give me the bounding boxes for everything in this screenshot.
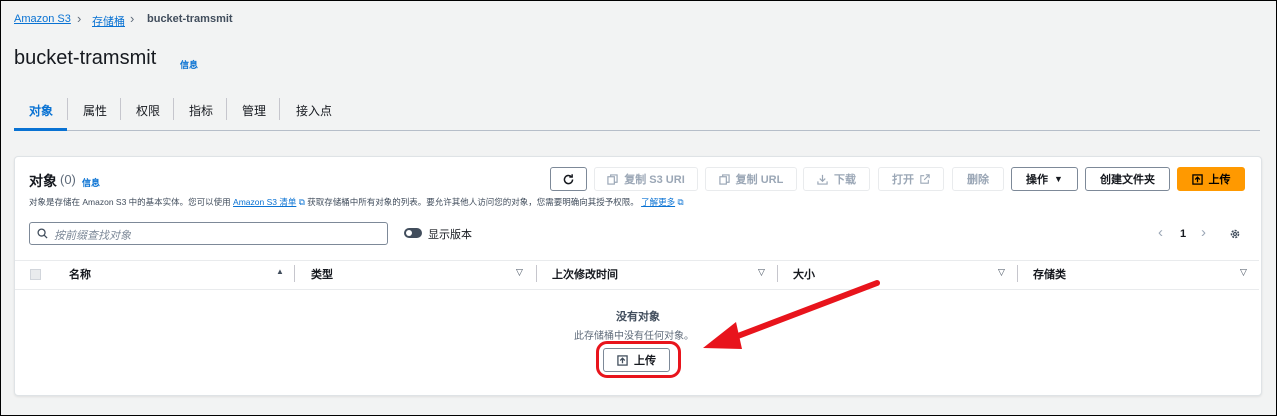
tabs-baseline (14, 130, 1260, 131)
refresh-icon (563, 173, 574, 184)
column-name[interactable]: 名称 (69, 266, 91, 282)
column-type[interactable]: 类型 (311, 266, 333, 282)
tab-divider (120, 98, 121, 120)
external-link-icon (920, 174, 930, 184)
tab-metrics[interactable]: 指标 (189, 102, 213, 119)
copy-url-button[interactable]: 复制 URL (705, 167, 797, 191)
empty-title: 没有对象 (616, 311, 660, 323)
download-icon (817, 174, 828, 185)
tab-divider (226, 98, 227, 120)
open-label: 打开 (892, 174, 914, 186)
upload-button[interactable]: 上传 (1177, 167, 1245, 191)
tab-properties[interactable]: 属性 (83, 102, 107, 119)
column-storage-class[interactable]: 存储类 (1033, 266, 1066, 282)
breadcrumb-separator-icon: › (77, 11, 82, 26)
objects-heading: 对象 (29, 173, 57, 189)
desc-text: 对象是存储在 Amazon S3 中的基本实体。您可以使用 (29, 197, 231, 207)
select-all-checkbox[interactable] (30, 269, 41, 280)
search-icon (37, 228, 48, 239)
breadcrumb-buckets[interactable]: 存储桶 (92, 13, 125, 29)
tab-management[interactable]: 管理 (242, 102, 266, 119)
prev-page-icon[interactable]: ‹ (1158, 224, 1163, 241)
search-box[interactable]: 按前缀查找对象 (29, 222, 388, 245)
page-number[interactable]: 1 (1180, 228, 1186, 240)
sort-icon[interactable]: ▽ (998, 267, 1005, 278)
gear-icon[interactable] (1229, 228, 1241, 240)
search-input[interactable]: 按前缀查找对象 (54, 227, 131, 243)
upload-label: 上传 (1208, 174, 1231, 186)
sort-ascending-icon[interactable]: ▲ (276, 267, 284, 276)
copy-s3-uri-label: 复制 S3 URI (624, 174, 685, 186)
tab-access-points[interactable]: 接入点 (296, 102, 332, 119)
column-divider (294, 265, 295, 282)
tab-divider (67, 98, 68, 120)
copy-icon (607, 173, 618, 185)
column-divider (536, 265, 537, 282)
objects-count: (0) (60, 172, 76, 187)
objects-description: 对象是存储在 Amazon S3 中的基本实体。您可以使用 Amazon S3 … (29, 196, 684, 208)
tab-permissions[interactable]: 权限 (136, 102, 160, 119)
breadcrumb-separator-icon: › (130, 11, 135, 26)
copy-icon (718, 173, 730, 185)
tab-divider (279, 98, 280, 120)
objects-info-link[interactable]: 信息 (82, 176, 100, 189)
page-title: bucket-tramsmit (14, 47, 157, 69)
open-button[interactable]: 打开 (878, 167, 944, 191)
delete-label: 删除 (967, 174, 989, 186)
title-info-link[interactable]: 信息 (180, 58, 198, 71)
create-folder-label: 创建文件夹 (1100, 174, 1155, 186)
inventory-link[interactable]: Amazon S3 清单 (233, 197, 296, 207)
actions-label: 操作 (1026, 174, 1049, 186)
next-page-icon[interactable]: › (1201, 224, 1206, 241)
tab-divider (173, 98, 174, 120)
tab-objects[interactable]: 对象 (29, 102, 53, 119)
upload-icon (1191, 173, 1203, 185)
annotation-arrow (703, 280, 880, 349)
table-header (15, 260, 1259, 290)
external-link-icon: ⧉ (677, 197, 684, 207)
breadcrumb-current: bucket-tramsmit (147, 13, 233, 25)
create-folder-button[interactable]: 创建文件夹 (1085, 167, 1170, 191)
empty-upload-button[interactable]: 上传 (603, 348, 670, 372)
upload-icon (617, 354, 628, 366)
refresh-button[interactable] (550, 167, 587, 191)
copy-url-label: 复制 URL (735, 174, 784, 186)
active-tab-indicator (14, 128, 67, 131)
download-button[interactable]: 下载 (803, 167, 870, 191)
delete-button[interactable]: 删除 (952, 167, 1004, 191)
learn-more-link[interactable]: 了解更多 (641, 197, 675, 207)
sort-icon[interactable]: ▽ (1240, 267, 1247, 278)
download-label: 下载 (834, 174, 856, 186)
caret-down-icon: ▼ (1054, 174, 1063, 184)
empty-description: 此存储桶中没有任何对象。 (574, 331, 694, 342)
desc-text: 获取存储桶中所有对象的列表。要允许其他人访问您的对象，您需要明确向其授予权限。 (307, 197, 639, 207)
copy-s3-uri-button[interactable]: 复制 S3 URI (594, 167, 698, 191)
show-versions-toggle[interactable] (404, 228, 422, 238)
show-versions-label: 显示版本 (428, 229, 472, 241)
actions-dropdown[interactable]: 操作 ▼ (1011, 167, 1078, 191)
empty-upload-label: 上传 (634, 355, 656, 367)
breadcrumb-amazon-s3[interactable]: Amazon S3 (14, 13, 71, 25)
column-divider (1017, 265, 1018, 282)
column-last-modified[interactable]: 上次修改时间 (552, 266, 618, 282)
toggle-knob (406, 230, 412, 236)
sort-icon[interactable]: ▽ (516, 267, 523, 278)
external-link-icon: ⧉ (298, 197, 305, 207)
